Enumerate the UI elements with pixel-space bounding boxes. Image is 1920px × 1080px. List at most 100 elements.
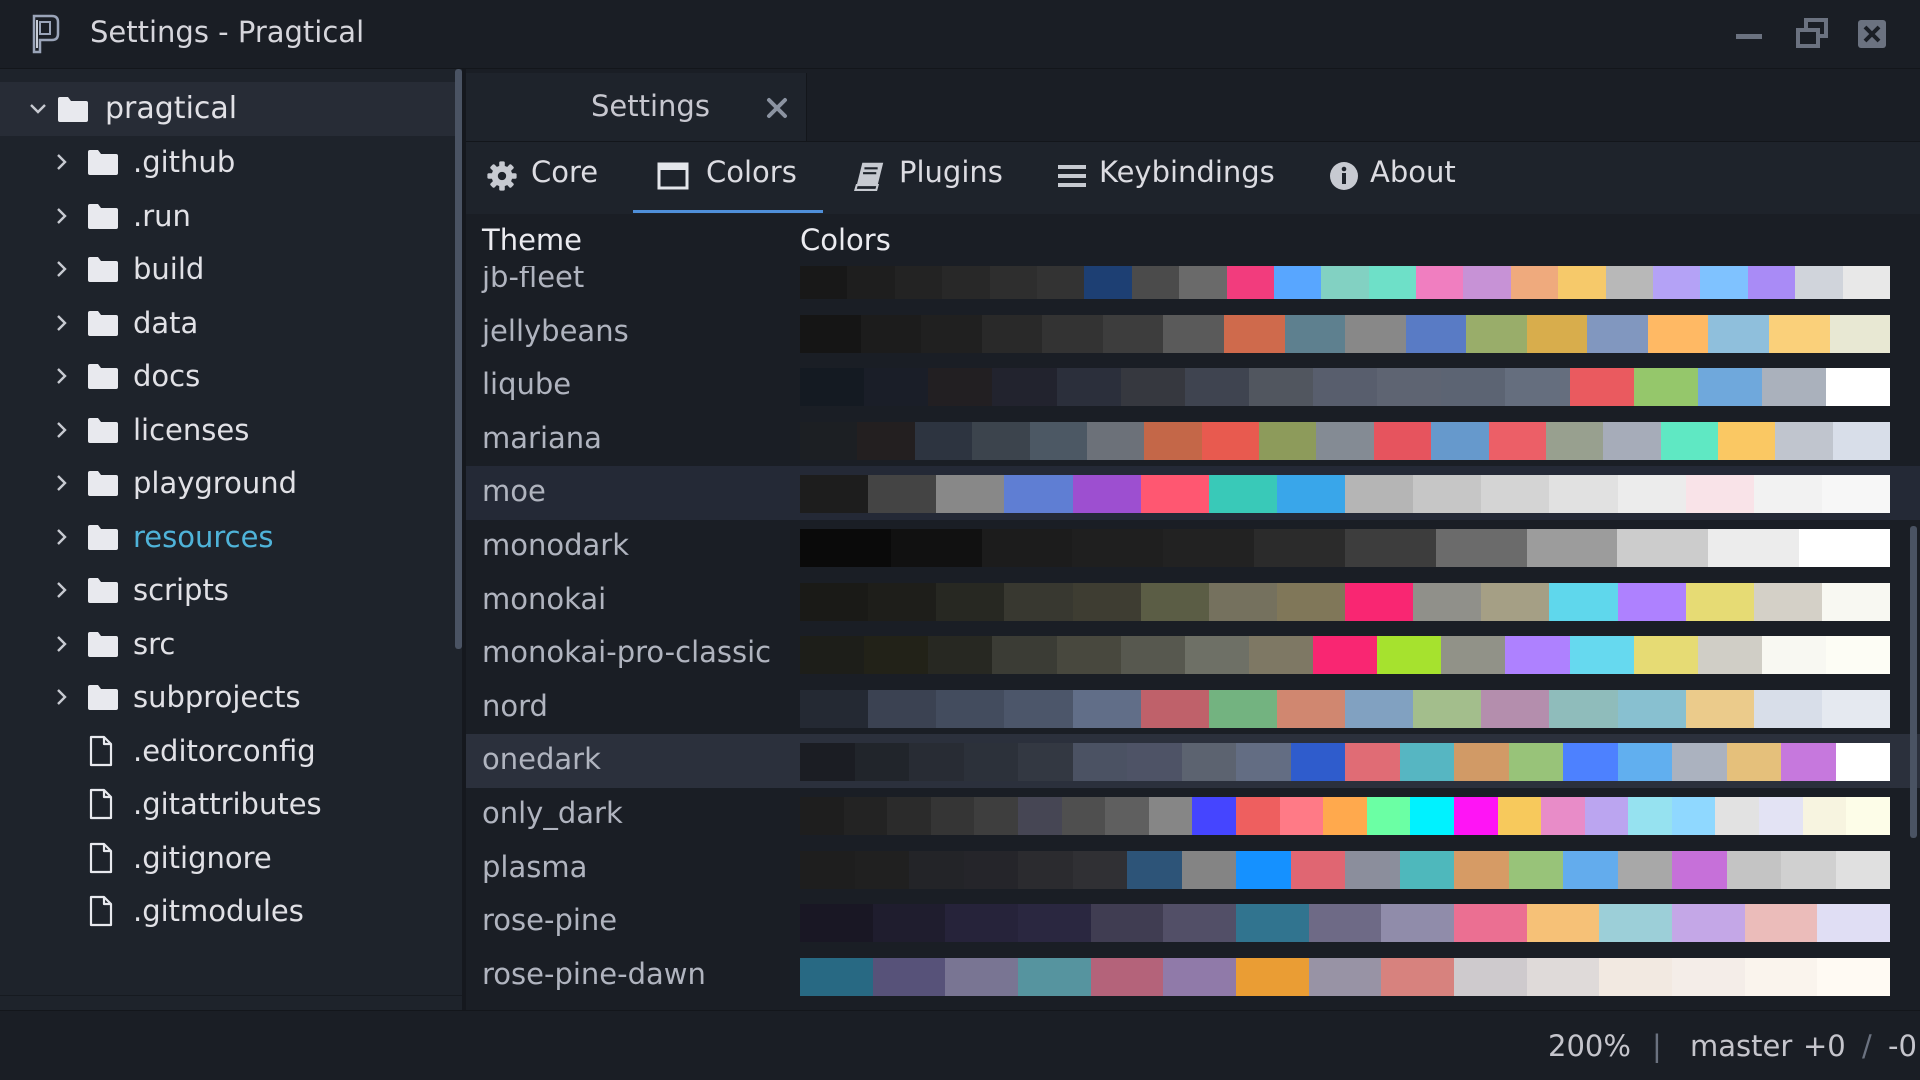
color-swatch — [1761, 368, 1826, 407]
color-swatch — [1236, 743, 1291, 782]
theme-row[interactable]: monokai-pro-classic — [466, 627, 1920, 681]
tree-folder-licenses[interactable]: licenses — [0, 403, 456, 457]
zoom-level[interactable]: 200% — [1548, 1029, 1631, 1063]
colors-scrollbar[interactable] — [1910, 526, 1917, 838]
document-tabs: Settings — [466, 69, 1920, 142]
color-swatch — [1617, 689, 1686, 728]
tree-folder-build[interactable]: build — [0, 243, 456, 297]
theme-row[interactable]: rose-pine-dawn — [466, 949, 1920, 1003]
color-swatch — [860, 314, 922, 353]
theme-row[interactable]: moe — [466, 466, 1920, 520]
color-swatch — [1226, 261, 1274, 299]
color-swatch — [1279, 796, 1324, 835]
color-swatch — [942, 261, 990, 299]
tab-plugins[interactable]: Plugins — [854, 142, 1034, 210]
tree-file-gitattributes[interactable]: .gitattributes — [0, 778, 456, 832]
tab-core[interactable]: Core — [486, 142, 606, 210]
tree-folder-src[interactable]: src — [0, 617, 456, 671]
file-tree: pragtical .github .run build data docs l… — [0, 82, 456, 927]
color-swatch — [1120, 636, 1185, 675]
color-swatch — [981, 528, 1073, 567]
app-window: Settings - Pragtical pragtical .github .… — [0, 0, 1920, 1080]
folder-icon — [88, 310, 118, 336]
theme-row[interactable]: rose-pine — [466, 895, 1920, 949]
theme-row[interactable]: liqube — [466, 359, 1920, 413]
color-swatch — [1617, 582, 1686, 621]
theme-color-swatches — [800, 689, 1890, 728]
list-icon — [1058, 165, 1086, 187]
folder-icon — [88, 364, 118, 390]
git-branch[interactable]: master — [1690, 1029, 1792, 1063]
color-swatch — [1399, 743, 1454, 782]
tree-folder-github[interactable]: .github — [0, 136, 456, 190]
tree-item-label: .run — [133, 198, 191, 233]
color-swatch — [1184, 636, 1249, 675]
color-swatch — [1508, 743, 1563, 782]
theme-row[interactable]: monokai — [466, 574, 1920, 628]
tree-folder-data[interactable]: data — [0, 296, 456, 350]
tab-colors[interactable]: Colors — [633, 142, 823, 213]
color-swatch — [1004, 582, 1073, 621]
color-swatch — [872, 904, 946, 943]
color-swatch — [1345, 475, 1414, 514]
color-swatch — [1753, 689, 1822, 728]
theme-row[interactable]: plasma — [466, 842, 1920, 896]
chevron-right-icon — [57, 154, 67, 171]
color-swatch — [1413, 475, 1482, 514]
tree-file-editorconfig[interactable]: .editorconfig — [0, 724, 456, 778]
theme-color-swatches — [800, 743, 1890, 782]
theme-row[interactable]: nord — [466, 681, 1920, 735]
color-swatch — [963, 850, 1018, 889]
color-swatch — [1323, 796, 1367, 835]
sidebar-scrollbar[interactable] — [455, 69, 462, 649]
color-swatch — [1497, 796, 1542, 835]
tree-folder-run[interactable]: .run — [0, 189, 456, 243]
color-swatch — [1558, 261, 1606, 299]
tree-item-label: .editorconfig — [133, 733, 316, 768]
tree-root-pragtical[interactable]: pragtical — [0, 82, 456, 136]
file-tree-sidebar: pragtical .github .run build data docs l… — [0, 69, 462, 1080]
color-swatch — [1505, 636, 1570, 675]
color-swatch — [1072, 582, 1141, 621]
tab-about[interactable]: About — [1328, 142, 1488, 210]
minimize-icon[interactable] — [1728, 14, 1768, 54]
theme-column-header: Theme — [482, 223, 583, 257]
color-swatch — [1617, 743, 1672, 782]
color-swatch — [1832, 421, 1891, 460]
close-window-icon[interactable] — [1852, 14, 1892, 54]
tab-settings-document[interactable]: Settings — [466, 73, 807, 141]
color-swatch — [1345, 314, 1406, 353]
close-tab-icon[interactable] — [764, 95, 790, 121]
restore-icon[interactable] — [1792, 14, 1832, 54]
color-swatch — [1761, 636, 1826, 675]
color-swatch — [800, 636, 865, 675]
tree-folder-docs[interactable]: docs — [0, 350, 456, 404]
tree-item-label: .gitignore — [133, 840, 272, 875]
tree-folder-scripts[interactable]: scripts — [0, 564, 456, 618]
theme-row[interactable]: monodark — [466, 520, 1920, 574]
color-swatch — [1587, 314, 1648, 353]
color-swatch — [1541, 796, 1585, 835]
color-swatch — [1508, 850, 1563, 889]
theme-row[interactable]: jellybeans — [466, 306, 1920, 360]
theme-row[interactable]: only_dark — [466, 788, 1920, 842]
color-swatch — [1084, 261, 1132, 299]
file-icon — [89, 896, 113, 927]
tab-keybindings[interactable]: Keybindings — [1056, 142, 1296, 210]
tree-folder-resources[interactable]: resources — [0, 510, 456, 564]
tree-file-gitmodules[interactable]: .gitmodules — [0, 885, 456, 927]
tree-item-label: resources — [133, 519, 274, 554]
theme-color-swatches — [800, 314, 1891, 353]
theme-row[interactable]: mariana — [466, 413, 1920, 467]
tree-folder-subprojects[interactable]: subprojects — [0, 671, 456, 725]
tree-file-gitignore[interactable]: .gitignore — [0, 831, 456, 885]
tree-item-label: data — [133, 305, 199, 340]
tree-folder-playground[interactable]: playground — [0, 457, 456, 511]
color-swatch — [1072, 850, 1127, 889]
color-swatch — [1127, 743, 1182, 782]
folder-icon — [88, 685, 118, 711]
theme-row[interactable]: onedark — [466, 734, 1920, 788]
file-icon — [89, 735, 113, 766]
color-swatch — [800, 261, 848, 299]
color-swatch — [1290, 850, 1345, 889]
